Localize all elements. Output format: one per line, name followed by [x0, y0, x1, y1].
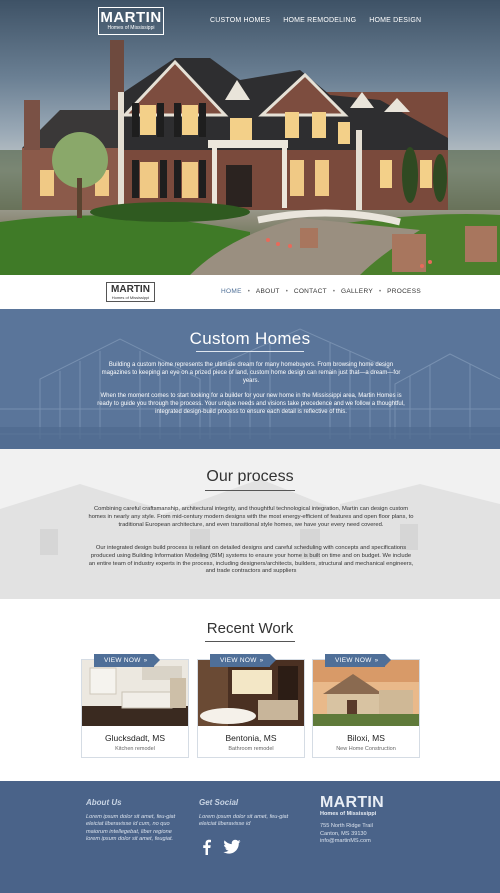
- work-card[interactable]: VIEW NOW» Bentonia, MS Bathroom remodel: [197, 654, 305, 758]
- card-city: Bentonia, MS: [225, 733, 277, 743]
- nav-home[interactable]: HOME: [221, 288, 242, 295]
- process-paragraph-2: Our integrated design build process is r…: [88, 545, 414, 575]
- process-paragraph-1: Combining careful craftsmanship, archite…: [88, 506, 414, 528]
- nav-separator: •: [247, 288, 250, 295]
- custom-homes-paragraph-2: When the moment comes to start looking f…: [97, 393, 405, 415]
- bathroom-photo: [198, 660, 304, 726]
- about-us-text: Lorem ipsum dolor sit amet, feu-giat ele…: [86, 814, 176, 843]
- about-us-heading: About Us: [86, 798, 122, 807]
- nav-contact[interactable]: CONTACT: [294, 288, 327, 295]
- logo-sub-text: Homes of Mississippi: [320, 811, 377, 817]
- nav-separator: •: [378, 288, 382, 295]
- chevron-right-icon: »: [374, 658, 379, 664]
- nav-separator: •: [285, 288, 288, 295]
- nav-custom-homes[interactable]: CUSTOM HOMES: [210, 17, 270, 24]
- nav-process[interactable]: PROCESS: [387, 288, 421, 295]
- title-divider: [205, 641, 295, 642]
- nav-home-design[interactable]: HOME DESIGN: [369, 17, 421, 24]
- hero-nav: CUSTOM HOMES HOME REMODELING HOME DESIGN: [210, 17, 421, 24]
- card-city: Glucksdadt, MS: [105, 733, 165, 743]
- view-now-button[interactable]: VIEW NOW»: [94, 654, 161, 667]
- view-now-button[interactable]: VIEW NOW»: [325, 654, 392, 667]
- view-now-label: VIEW NOW: [220, 657, 257, 664]
- nav-links: HOME • ABOUT • CONTACT • GALLERY • PROCE…: [221, 288, 421, 295]
- view-now-label: VIEW NOW: [335, 657, 372, 664]
- view-now-label: VIEW NOW: [104, 657, 141, 664]
- title-divider: [205, 490, 295, 491]
- footer-address: 755 North Ridge Trail Canton, MS 39130 i…: [320, 823, 373, 846]
- new-home-photo: [313, 660, 419, 726]
- our-process-section: Our process Combining careful craftsmans…: [0, 449, 500, 599]
- card-project-type: New Home Construction: [336, 746, 396, 752]
- chevron-right-icon: »: [259, 658, 264, 664]
- get-social-text: Lorem ipsum dolor sit amet, feu-giat ele…: [199, 814, 289, 828]
- nav-gallery[interactable]: GALLERY: [341, 288, 373, 295]
- work-card[interactable]: VIEW NOW» Glucksdadt, MS Kitchen remodel: [81, 654, 189, 758]
- chevron-right-icon: »: [143, 658, 148, 664]
- card-project-type: Kitchen remodel: [115, 746, 155, 752]
- section-title: Our process: [206, 468, 294, 485]
- address-line-1: 755 North Ridge Trail: [320, 823, 373, 829]
- nav-about[interactable]: ABOUT: [256, 288, 280, 295]
- card-city: Biloxi, MS: [347, 733, 385, 743]
- card-project-type: Bathroom remodel: [228, 746, 274, 752]
- logo-sub-text: Homes of Mississippi: [111, 295, 150, 300]
- custom-homes-paragraph-1: Building a custom home represents the ul…: [101, 362, 401, 384]
- main-nav-bar: MARTIN Homes of Mississippi HOME • ABOUT…: [0, 275, 500, 309]
- footer-logo[interactable]: MARTIN Homes of Mississippi: [320, 795, 384, 818]
- logo-sub-text: Homes of Mississippi: [107, 25, 155, 31]
- nav-logo[interactable]: MARTIN Homes of Mississippi: [106, 282, 155, 302]
- address-line-2: Canton, MS 39130: [320, 830, 367, 837]
- hero-banner: MARTIN Homes of Mississippi CUSTOM HOMES…: [0, 0, 500, 275]
- footer: About Us Lorem ipsum dolor sit amet, feu…: [0, 781, 500, 893]
- hero-logo[interactable]: MARTIN Homes of Mississippi: [98, 7, 164, 35]
- title-divider: [196, 351, 304, 352]
- get-social-heading: Get Social: [199, 798, 239, 807]
- logo-main-text: MARTIN: [100, 9, 162, 26]
- facebook-icon[interactable]: [199, 839, 215, 855]
- work-card[interactable]: VIEW NOW» Biloxi, MS New Home Constructi…: [312, 654, 420, 758]
- custom-homes-section: Custom Homes Building a custom home repr…: [0, 309, 500, 449]
- view-now-button[interactable]: VIEW NOW»: [210, 654, 277, 667]
- nav-home-remodeling[interactable]: HOME REMODELING: [283, 17, 356, 24]
- logo-main-text: MARTIN: [111, 284, 150, 295]
- email-link[interactable]: info@martinMS.com: [320, 838, 373, 846]
- twitter-icon[interactable]: [223, 839, 241, 855]
- hero-house-image: [0, 40, 500, 275]
- section-title: Recent Work: [206, 620, 294, 637]
- section-title: Custom Homes: [189, 329, 311, 348]
- kitchen-photo: [82, 660, 188, 726]
- nav-separator: •: [332, 288, 335, 295]
- logo-main-text: MARTIN: [320, 794, 385, 811]
- recent-work-section: Recent Work VIEW NOW» Glucksdadt, MS Kit…: [0, 599, 500, 781]
